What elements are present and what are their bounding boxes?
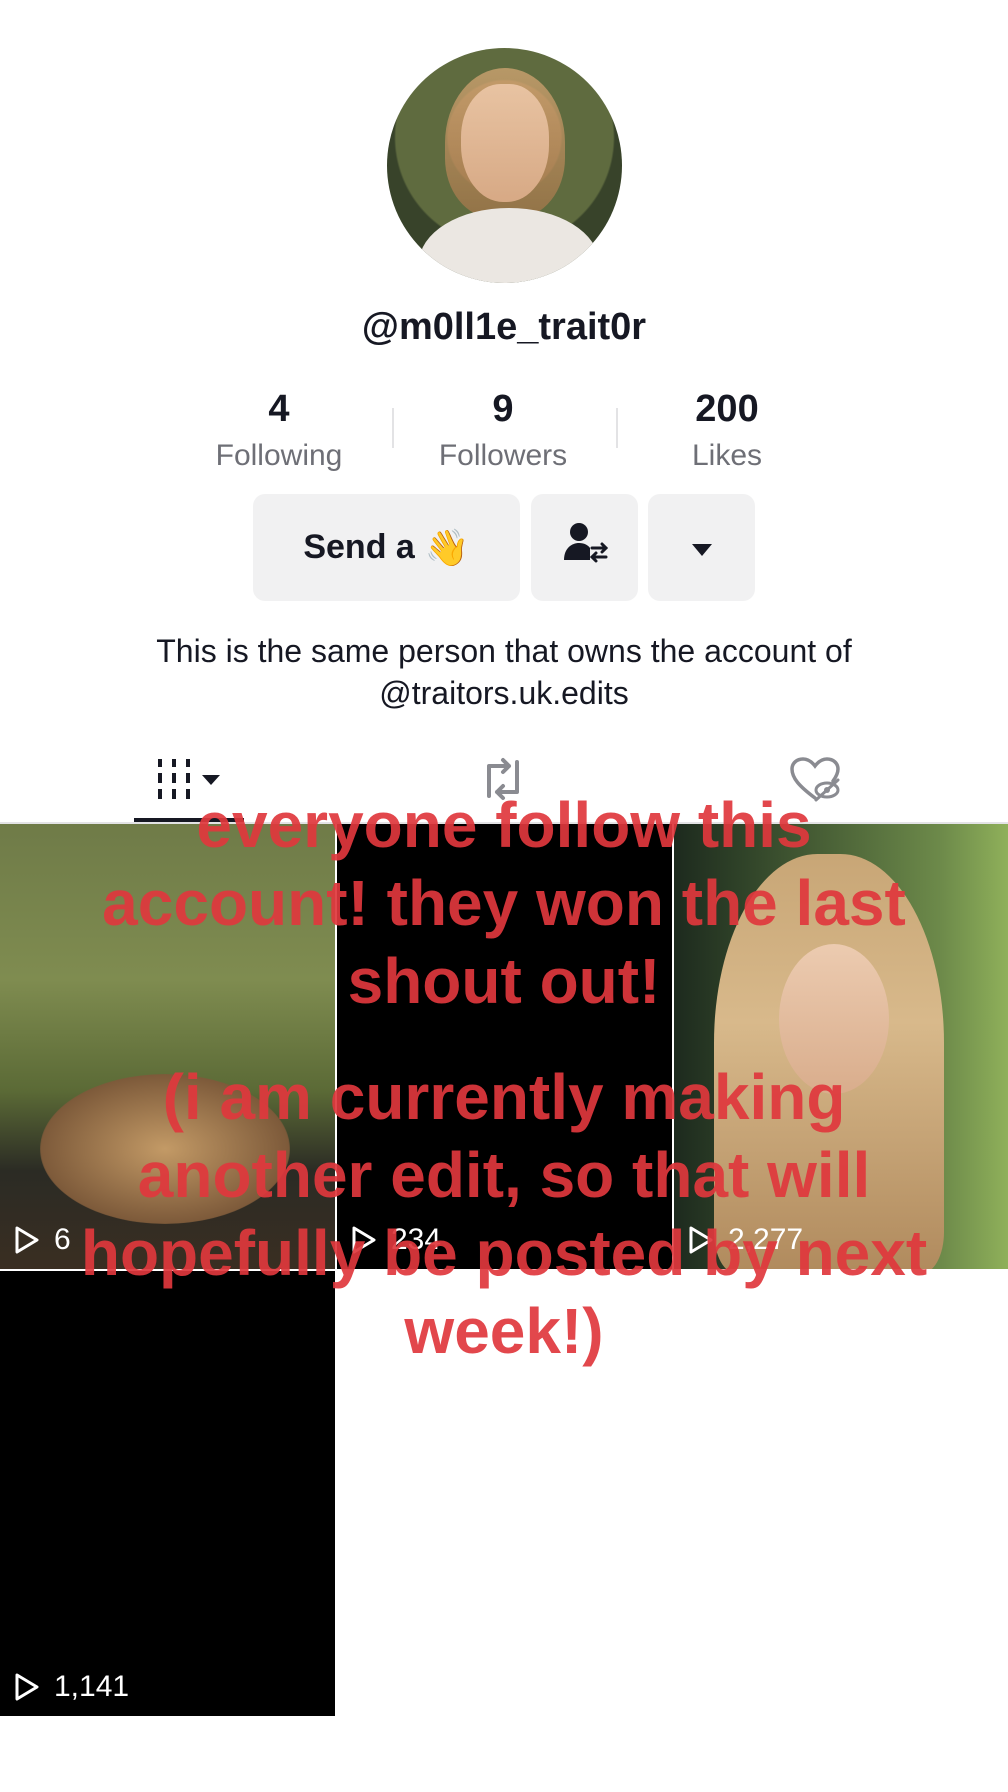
followers-stat[interactable]: 9 Followers [408,388,598,473]
followers-label: Followers [438,439,568,472]
caption-line: week!) [404,1295,604,1367]
likes-label: Likes [691,439,763,472]
caption-line: another edit, so that will [137,1139,871,1211]
caption-line: everyone follow this [196,789,812,861]
suggested-accounts-button[interactable] [531,494,638,601]
username: @m0ll1e_trait0r [361,306,647,348]
send-wave-label: Send a [303,528,415,566]
caption-gap [60,1020,948,1058]
likes-count: 200 [695,388,759,430]
caption-line: shout out! [347,945,661,1017]
bio-line: @traitors.uk.edits [379,675,629,711]
play-icon [15,1226,39,1254]
avatar-hoodie [419,208,599,283]
view-count: 1,141 [14,1670,129,1704]
caption-overlay: everyone follow this account! they won t… [60,786,948,1370]
followers-count: 9 [492,388,514,430]
profile-page: @m0ll1e_trait0r 4 Following 9 Followers … [0,0,1008,1792]
likes-stat[interactable]: 200 Likes [632,388,822,473]
following-label: Following [215,439,343,472]
caret-down-icon [690,528,714,567]
following-count: 4 [268,388,290,430]
play-icon [15,1673,39,1701]
caption-line: hopefully be posted by next [80,1217,928,1289]
bio-line: This is the same person that owns the ac… [156,633,852,669]
stat-divider [616,408,618,448]
avatar[interactable] [387,48,622,283]
stat-divider [392,408,394,448]
bio: This is the same person that owns the ac… [60,630,948,714]
more-options-button[interactable] [648,494,755,601]
caption-line: account! they won the last [102,867,906,939]
send-wave-button[interactable]: Send a 👋 [253,494,520,601]
person-swap-icon [562,520,608,575]
wave-emoji: 👋 [424,526,470,568]
caption-line: (i am currently making [162,1061,846,1133]
following-stat[interactable]: 4 Following [184,388,374,473]
avatar-face [461,84,549,202]
view-count-value: 1,141 [54,1670,130,1703]
